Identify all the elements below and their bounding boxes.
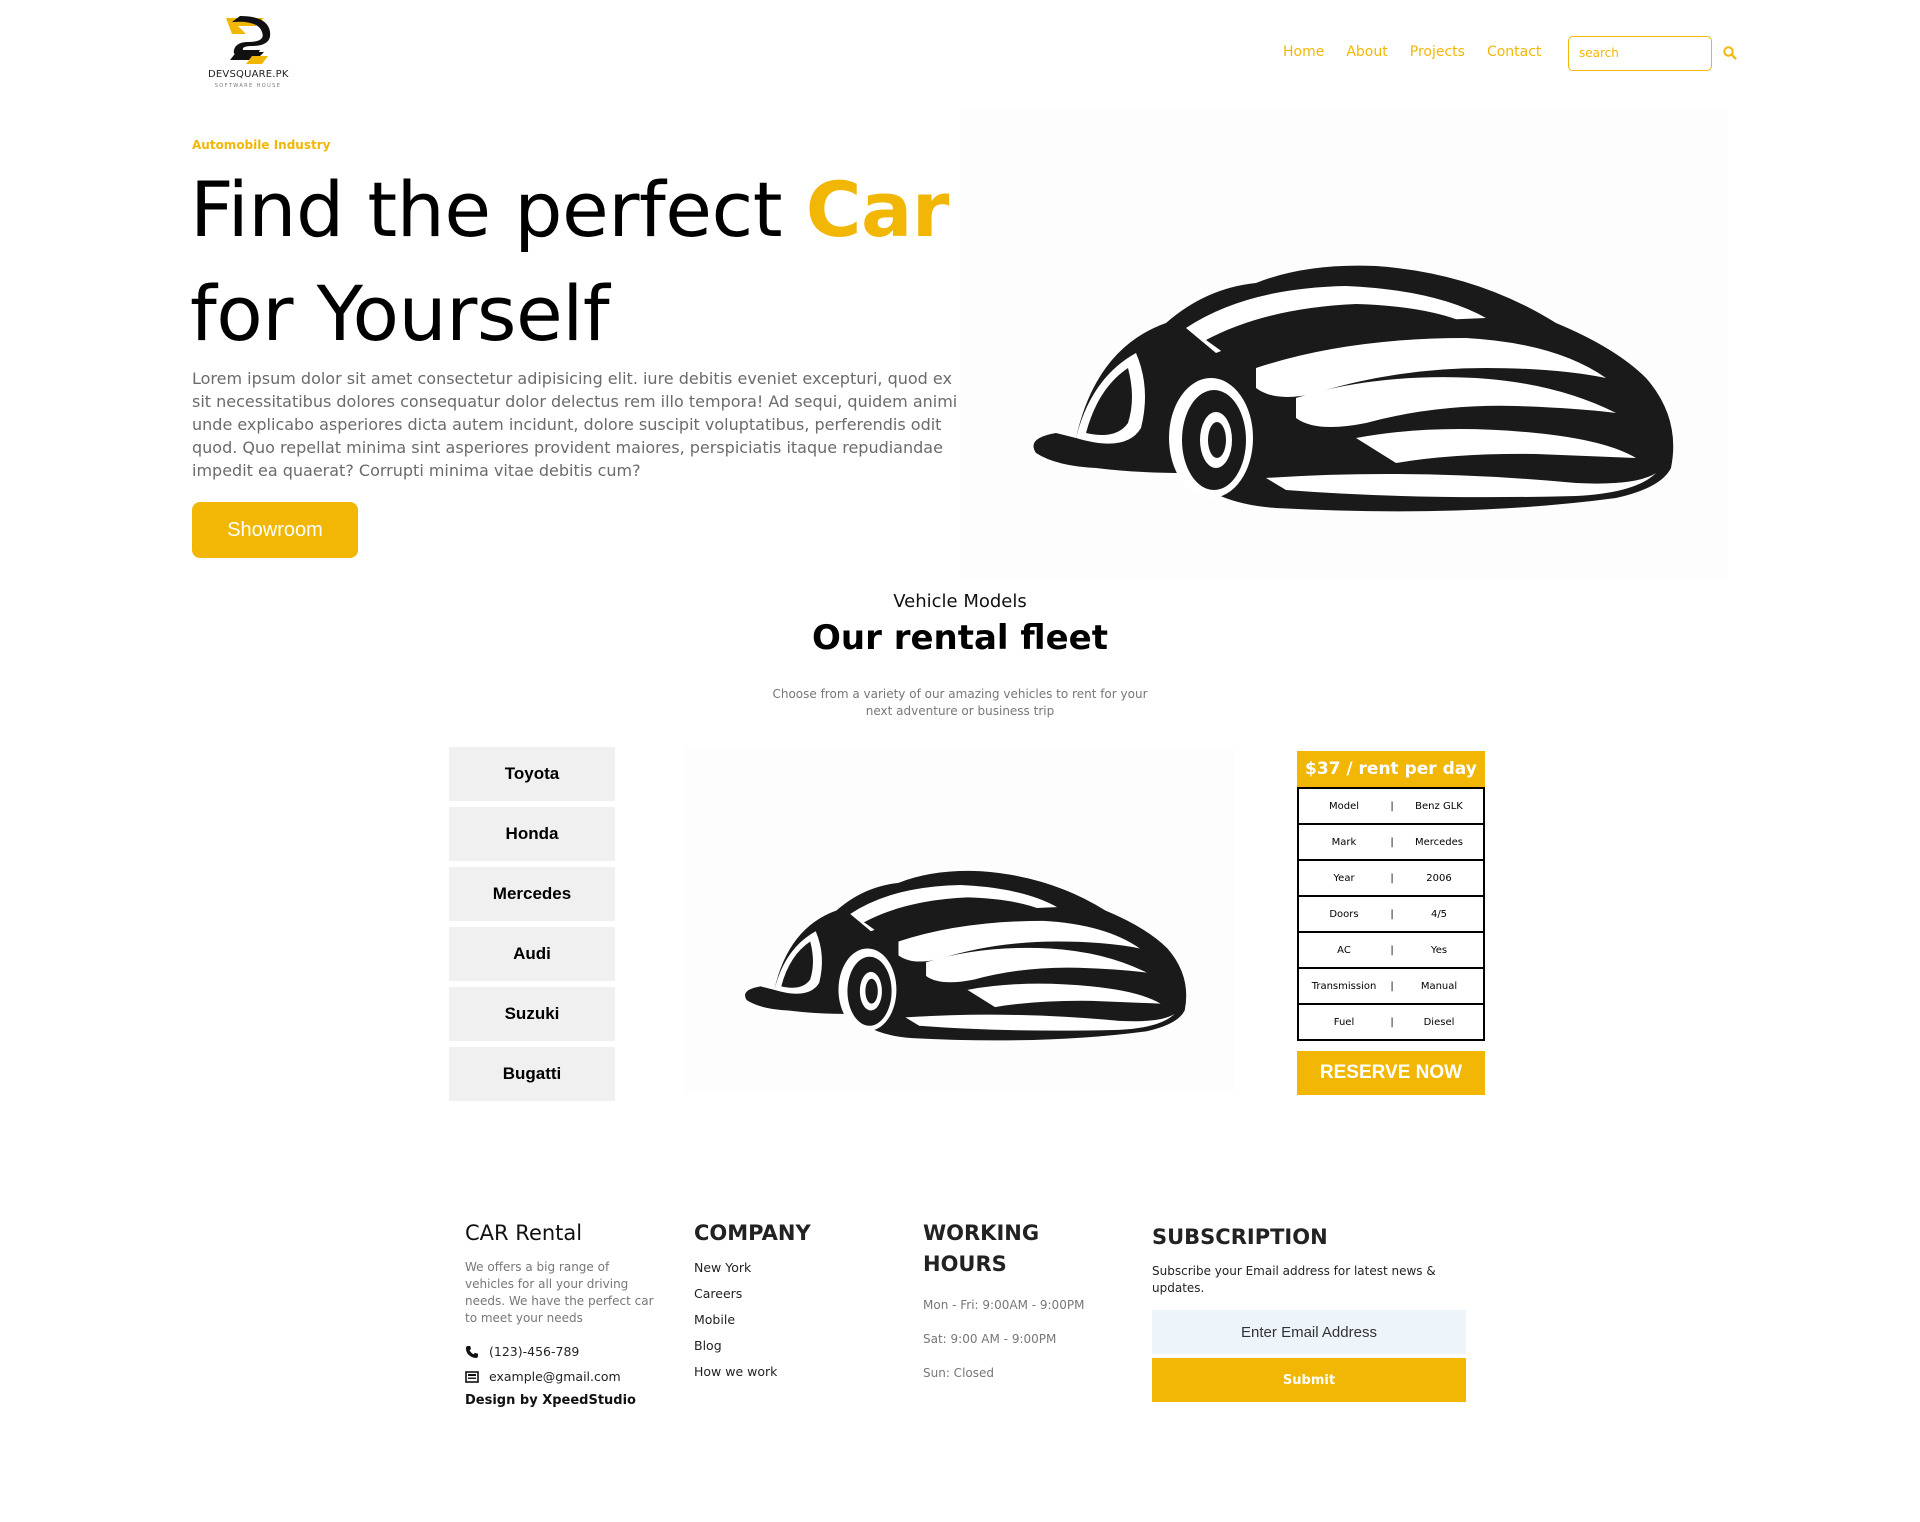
hero-title-accent: Car xyxy=(805,165,950,254)
sports-car-illustration xyxy=(1033,265,1674,512)
footer-phone-text: (123)-456-789 xyxy=(489,1344,580,1359)
subscription-submit-button[interactable]: Submit xyxy=(1152,1358,1466,1402)
brand-suzuki-button[interactable]: Suzuki xyxy=(449,987,615,1041)
hours-sunday: Sun: Closed xyxy=(923,1366,994,1380)
footer-subscription: SUBSCRIPTION Subscribe your Email addres… xyxy=(1152,1222,1472,1402)
spec-row-ac: AC | Yes xyxy=(1299,931,1483,967)
spec-value: Diesel xyxy=(1423,1016,1455,1028)
mail-icon xyxy=(465,1370,479,1383)
footer-link-blog[interactable]: Blog xyxy=(694,1333,874,1359)
spec-value: Manual xyxy=(1420,980,1458,992)
fleet-eyebrow: Vehicle Models xyxy=(893,591,1027,612)
nav-contact[interactable]: Contact xyxy=(1487,44,1541,60)
hero-description: Lorem ipsum dolor sit amet consectetur a… xyxy=(192,369,958,480)
spec-row-mark: Mark | Mercedes xyxy=(1299,823,1483,859)
hero-eyebrow: Automobile Industry xyxy=(192,138,331,152)
footer-subscription-title: SUBSCRIPTION xyxy=(1152,1225,1328,1249)
footer-link-careers[interactable]: Careers xyxy=(694,1281,874,1307)
search-icon[interactable] xyxy=(1722,45,1738,61)
footer-email-text: example@gmail.com xyxy=(489,1369,621,1384)
brand-audi-button[interactable]: Audi xyxy=(449,927,615,981)
spec-key: Transmission xyxy=(1311,980,1377,992)
spec-row-year: Year | 2006 xyxy=(1299,859,1483,895)
subscription-text: Subscribe your Email address for latest … xyxy=(1152,1264,1436,1295)
spec-key: Fuel xyxy=(1333,1016,1355,1028)
hero-car-image xyxy=(960,108,1728,580)
spec-row-doors: Doors | 4/5 xyxy=(1299,895,1483,931)
nav-projects[interactable]: Projects xyxy=(1410,44,1465,60)
footer-company: COMPANY New York Careers Mobile Blog How… xyxy=(694,1218,874,1385)
spec-value: 4/5 xyxy=(1430,908,1448,920)
footer-hours: WORKING HOURS Mon - Fri: 9:00AM - 9:00PM… xyxy=(923,1218,1103,1390)
footer-about-text: We offers a big range of vehicles for al… xyxy=(465,1260,654,1325)
main-nav: Home About Projects Contact xyxy=(1283,44,1563,60)
footer-link-how-we-work[interactable]: How we work xyxy=(694,1359,874,1385)
footer-email[interactable]: example@gmail.com xyxy=(465,1364,655,1389)
footer-link-new-york[interactable]: New York xyxy=(694,1255,874,1281)
footer-hours-title: WORKING HOURS xyxy=(923,1221,1040,1276)
hours-saturday: Sat: 9:00 AM - 9:00PM xyxy=(923,1332,1057,1346)
subscription-email-input[interactable] xyxy=(1152,1310,1466,1354)
spec-key: Model xyxy=(1328,800,1360,812)
spec-key: Doors xyxy=(1329,908,1359,920)
footer-phone[interactable]: (123)-456-789 xyxy=(465,1339,655,1364)
hero-title: Find the perfect Car for Yourself xyxy=(190,158,990,366)
spec-row-model: Model | Benz GLK xyxy=(1299,787,1483,823)
brand-logo[interactable]: DEVSQUARE.PK SOFTWARE HOUSE xyxy=(208,12,288,92)
brand-tagline: SOFTWARE HOUSE xyxy=(214,83,282,89)
spec-value: 2006 xyxy=(1426,872,1452,884)
footer-company-title: COMPANY xyxy=(694,1221,811,1245)
reserve-now-button[interactable]: RESERVE NOW xyxy=(1297,1051,1485,1095)
spec-table: Model | Benz GLK Mark | Mercedes Year | … xyxy=(1297,787,1485,1041)
hours-weekdays: Mon - Fri: 9:00AM - 9:00PM xyxy=(923,1298,1085,1312)
footer-about-title: CAR Rental xyxy=(465,1221,583,1245)
spec-row-fuel: Fuel | Diesel xyxy=(1299,1003,1483,1039)
price-card: $37 / rent per day Model | Benz GLK Mark… xyxy=(1297,751,1485,1095)
fleet-subtitle: Choose from a variety of our amazing veh… xyxy=(772,687,1148,718)
spec-row-transmission: Transmission | Manual xyxy=(1299,967,1483,1003)
spec-value: Mercedes xyxy=(1414,836,1464,848)
showroom-button[interactable]: Showroom xyxy=(192,502,358,558)
logo-mark-icon xyxy=(226,16,271,64)
fleet-car-illustration xyxy=(745,870,1187,1041)
brand-bugatti-button[interactable]: Bugatti xyxy=(449,1047,615,1101)
brand-toyota-button[interactable]: Toyota xyxy=(449,747,615,801)
spec-value: Benz GLK xyxy=(1415,800,1463,812)
search-input[interactable] xyxy=(1569,37,1699,68)
footer-link-mobile[interactable]: Mobile xyxy=(694,1307,874,1333)
design-credit: Design by XpeedStudio xyxy=(465,1393,636,1408)
spec-key: Mark xyxy=(1331,836,1357,848)
search-box xyxy=(1568,36,1712,71)
hero-title-part1: Find the perfect xyxy=(190,165,806,254)
spec-key: Year xyxy=(1333,872,1355,884)
brand-mercedes-button[interactable]: Mercedes xyxy=(449,867,615,921)
fleet-car-image xyxy=(684,747,1234,1093)
nav-home[interactable]: Home xyxy=(1283,44,1324,60)
fleet-title: Our rental fleet xyxy=(811,618,1108,658)
spec-value: Yes xyxy=(1430,944,1448,956)
footer-about: CAR Rental We offers a big range of vehi… xyxy=(465,1218,655,1408)
brand-honda-button[interactable]: Honda xyxy=(449,807,615,861)
price-per-day: $37 / rent per day xyxy=(1297,751,1485,787)
phone-icon xyxy=(465,1345,478,1358)
brand-list: Toyota Honda Mercedes Audi Suzuki Bugatt… xyxy=(449,747,615,1107)
nav-about[interactable]: About xyxy=(1346,44,1387,60)
brand-name: DEVSQUARE.PK xyxy=(208,69,289,80)
spec-key: AC xyxy=(1337,944,1351,956)
hero-title-part2: for Yourself xyxy=(190,269,610,358)
